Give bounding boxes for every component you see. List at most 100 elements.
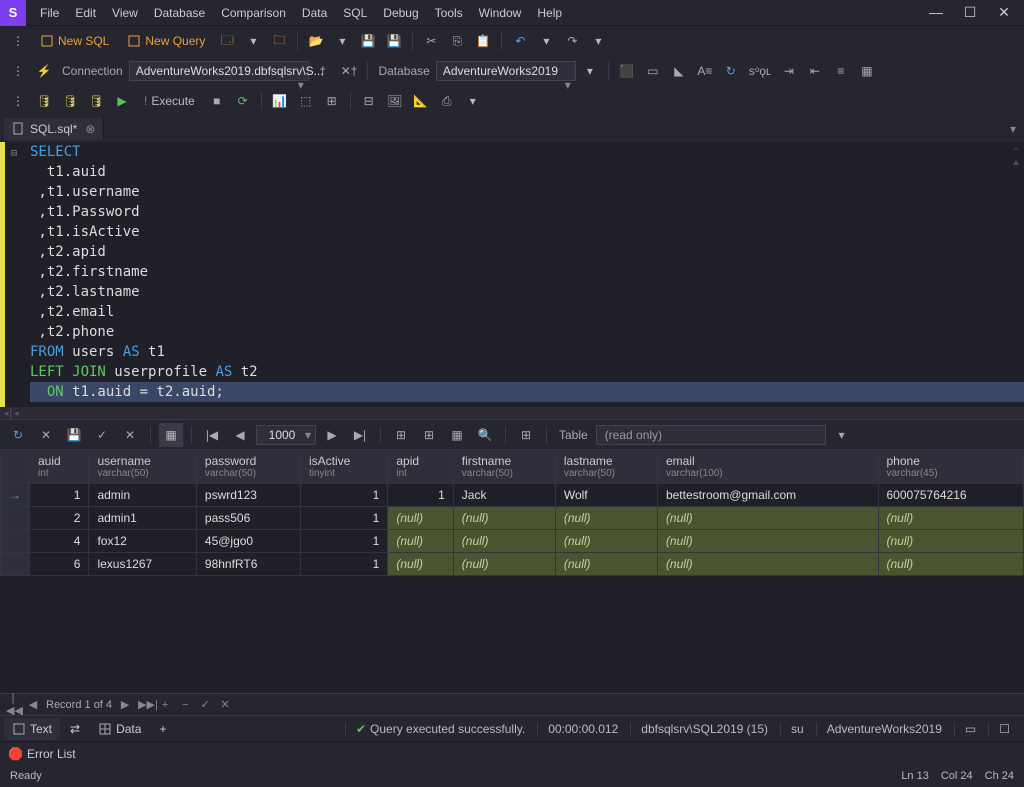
- row-indicator[interactable]: [1, 507, 30, 530]
- code-editor[interactable]: ⊟ SELECT t1.auid ,t1.username ,t1.Passwo…: [0, 142, 1024, 407]
- editor-hscroll[interactable]: ◂⎮ ◂: [0, 407, 1024, 419]
- redo-button[interactable]: ↷: [560, 29, 584, 53]
- cell[interactable]: lexus1267: [89, 553, 196, 576]
- toolbar-icon[interactable]: ◣: [667, 59, 691, 83]
- execute-button[interactable]: ! Execute: [136, 89, 203, 113]
- toolbar-icon[interactable]: ⬛: [615, 59, 639, 83]
- minimize-icon[interactable]: —: [926, 4, 946, 21]
- tab-sql[interactable]: SQL.sql* ⊗: [4, 118, 104, 140]
- toolbar-icon[interactable]: ⬚: [294, 89, 318, 113]
- first-page-icon[interactable]: |◀: [200, 423, 224, 447]
- row-indicator[interactable]: [1, 484, 30, 507]
- db-icon[interactable]: 🛢: [32, 89, 56, 113]
- column-header[interactable]: passwordvarchar(50): [196, 450, 300, 484]
- cut-button[interactable]: ✂: [419, 29, 443, 53]
- last-page-icon[interactable]: ▶|: [348, 423, 372, 447]
- cell[interactable]: (null): [657, 553, 878, 576]
- menu-window[interactable]: Window: [473, 2, 528, 24]
- folder-button[interactable]: 🗀: [267, 29, 291, 53]
- toolbar-icon[interactable]: 📐: [409, 89, 433, 113]
- toolbar-icon[interactable]: ⊞: [320, 89, 344, 113]
- split-icon[interactable]: ÷: [1008, 144, 1024, 155]
- cell[interactable]: 2: [30, 507, 89, 530]
- fold-icon[interactable]: ⊟: [11, 144, 17, 164]
- cell[interactable]: (null): [657, 530, 878, 553]
- dropdown-arrow-icon[interactable]: ▾: [830, 423, 854, 447]
- cell[interactable]: (null): [453, 530, 555, 553]
- dropdown-arrow-icon[interactable]: ▾: [241, 29, 265, 53]
- refresh-icon[interactable]: ↻: [6, 423, 30, 447]
- cell[interactable]: (null): [657, 507, 878, 530]
- grip-icon[interactable]: ⋮: [6, 29, 30, 53]
- menu-view[interactable]: View: [106, 2, 144, 24]
- cell[interactable]: (null): [878, 553, 1024, 576]
- menu-help[interactable]: Help: [531, 2, 568, 24]
- cell[interactable]: (null): [555, 507, 657, 530]
- first-record-icon[interactable]: |◀◀: [6, 692, 20, 717]
- cell[interactable]: pass506: [196, 507, 300, 530]
- stop-button[interactable]: ■: [205, 89, 229, 113]
- close-icon[interactable]: ✕: [994, 4, 1014, 21]
- column-header[interactable]: phonevarchar(45): [878, 450, 1024, 484]
- toolbar-icon[interactable]: ▭: [641, 59, 665, 83]
- cell[interactable]: admin1: [89, 507, 196, 530]
- menu-sql[interactable]: SQL: [337, 2, 373, 24]
- dropdown-arrow-icon[interactable]: ▾: [534, 29, 558, 53]
- scroll-left-icon[interactable]: ◂⎮: [4, 408, 14, 419]
- grip-icon[interactable]: ⋮: [6, 89, 30, 113]
- new-sql-button[interactable]: New SQL: [32, 29, 117, 53]
- database-dropdown[interactable]: AdventureWorks2019: [436, 61, 576, 81]
- save-icon[interactable]: 💾: [62, 423, 86, 447]
- cell[interactable]: admin: [89, 484, 196, 507]
- cell[interactable]: 4: [30, 530, 89, 553]
- tab-text[interactable]: Text: [4, 718, 60, 740]
- refresh-button[interactable]: ⟳: [231, 89, 255, 113]
- save-all-button[interactable]: 💾: [382, 29, 406, 53]
- run-button[interactable]: ▶: [110, 89, 134, 113]
- cell[interactable]: 600075764216: [878, 484, 1024, 507]
- tab-swap[interactable]: ⇄: [62, 718, 88, 740]
- cell[interactable]: 1: [300, 553, 387, 576]
- menu-edit[interactable]: Edit: [69, 2, 102, 24]
- new-window-button[interactable]: 🗔: [215, 29, 239, 53]
- up-icon[interactable]: ▴: [1008, 157, 1024, 168]
- copy-button[interactable]: ⎘: [445, 29, 469, 53]
- cell[interactable]: (null): [555, 553, 657, 576]
- row-indicator[interactable]: [1, 553, 30, 576]
- cell[interactable]: (null): [555, 530, 657, 553]
- grip-icon[interactable]: ⋮: [6, 59, 30, 83]
- view-icon[interactable]: ▦: [445, 423, 469, 447]
- tab-data[interactable]: Data: [90, 718, 149, 740]
- cell[interactable]: 1: [30, 484, 89, 507]
- view-icon[interactable]: ⊞: [389, 423, 413, 447]
- check-icon[interactable]: ✓: [90, 423, 114, 447]
- tabs-dropdown-icon[interactable]: ▾: [1010, 122, 1016, 136]
- last-record-icon[interactable]: ▶▶|: [138, 698, 152, 711]
- cell[interactable]: (null): [388, 553, 453, 576]
- paste-button[interactable]: 📋: [471, 29, 495, 53]
- toolbar-icon[interactable]: 📊: [268, 89, 292, 113]
- layout-icon[interactable]: ☐: [988, 722, 1020, 736]
- commit-icon[interactable]: ✓: [198, 698, 212, 711]
- search-icon[interactable]: 🔍: [473, 423, 497, 447]
- db-icon[interactable]: 🛢: [58, 89, 82, 113]
- cell[interactable]: Wolf: [555, 484, 657, 507]
- cell[interactable]: 6: [30, 553, 89, 576]
- save-button[interactable]: 💾: [356, 29, 380, 53]
- cell[interactable]: 98hnfRT6: [196, 553, 300, 576]
- menu-file[interactable]: File: [34, 2, 65, 24]
- indent-icon[interactable]: ⇥: [777, 59, 801, 83]
- menu-data[interactable]: Data: [296, 2, 333, 24]
- maximize-icon[interactable]: ☐: [960, 4, 980, 21]
- menu-debug[interactable]: Debug: [377, 2, 424, 24]
- add-tab-icon[interactable]: +: [151, 718, 174, 740]
- cross-icon[interactable]: ✕: [118, 423, 142, 447]
- cell[interactable]: Jack: [453, 484, 555, 507]
- outdent-icon[interactable]: ⇤: [803, 59, 827, 83]
- column-header[interactable]: apidint: [388, 450, 453, 484]
- new-query-button[interactable]: New Query: [119, 29, 213, 53]
- sql-format-icon[interactable]: sᵒǫʟ: [745, 59, 775, 83]
- grid-mode-icon[interactable]: ▦: [159, 423, 183, 447]
- cancel-icon[interactable]: ✕: [34, 423, 58, 447]
- delete-record-icon[interactable]: −: [178, 699, 192, 711]
